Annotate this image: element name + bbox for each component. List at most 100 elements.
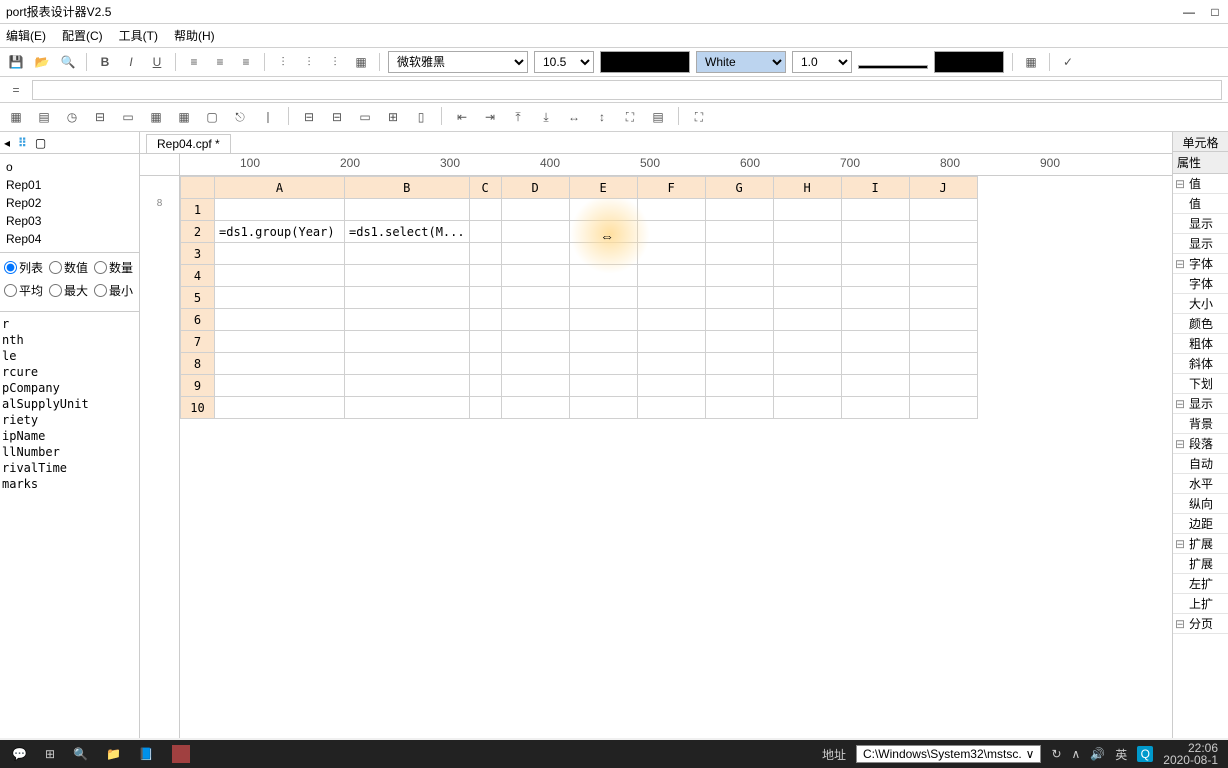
property-row[interactable]: 下划 [1173, 374, 1228, 394]
radio-max[interactable]: 最大 [49, 282, 88, 299]
right-tab-cell[interactable]: 单元格 [1173, 132, 1228, 152]
property-row[interactable]: 字体 [1173, 274, 1228, 294]
cell[interactable] [469, 309, 501, 331]
menu-config[interactable]: 配置(C) [62, 27, 103, 44]
column-header[interactable]: B [345, 177, 470, 199]
select-area-icon[interactable]: ⛶ [689, 107, 709, 127]
fit-icon[interactable]: ⛶ [620, 107, 640, 127]
property-row[interactable]: ⊟显示 [1173, 394, 1228, 414]
cell[interactable] [215, 331, 345, 353]
foreground-color[interactable] [600, 51, 690, 73]
report-item[interactable]: Rep03 [6, 212, 133, 230]
cell[interactable] [569, 309, 637, 331]
arrow-up-icon[interactable]: ⤒ [508, 107, 528, 127]
field-item[interactable]: le [2, 348, 137, 364]
distribute-v-icon[interactable]: ↕ [592, 107, 612, 127]
cell[interactable] [569, 265, 637, 287]
font-family-select[interactable]: 微软雅黑 [388, 51, 528, 73]
arrow-left-icon[interactable]: ⇤ [452, 107, 472, 127]
property-row[interactable]: 水平 [1173, 474, 1228, 494]
cell[interactable] [501, 331, 569, 353]
cell[interactable] [345, 309, 470, 331]
cell[interactable]: =ds1.select(M... [345, 221, 470, 243]
cell[interactable] [345, 287, 470, 309]
cell[interactable] [705, 243, 773, 265]
property-row[interactable]: 边距 [1173, 514, 1228, 534]
cell[interactable] [501, 309, 569, 331]
line-weight-select[interactable]: 1.0 [792, 51, 852, 73]
cell[interactable] [841, 331, 909, 353]
cell[interactable] [909, 221, 977, 243]
cell[interactable] [909, 199, 977, 221]
cell[interactable] [215, 265, 345, 287]
chart-icon[interactable]: ▤ [648, 107, 668, 127]
distribute-h-icon[interactable]: ↔ [564, 107, 584, 127]
column-header[interactable]: F [637, 177, 705, 199]
left-tab-doc-icon[interactable]: ▢ [35, 136, 46, 150]
radio-count[interactable]: 数量 [94, 259, 133, 276]
cell[interactable] [909, 287, 977, 309]
zoom-icon[interactable]: 🔍 [58, 52, 78, 72]
valign-mid-icon[interactable]: ⫶ [299, 52, 319, 72]
cell[interactable] [909, 353, 977, 375]
cell[interactable] [909, 243, 977, 265]
minimize-button[interactable]: — [1182, 5, 1196, 19]
cell[interactable] [469, 287, 501, 309]
radio-min[interactable]: 最小 [94, 282, 133, 299]
cell[interactable] [469, 375, 501, 397]
expander-icon[interactable]: ⊟ [1173, 397, 1187, 411]
left-tab-arrow[interactable]: ◂ [4, 136, 10, 150]
cell[interactable] [637, 397, 705, 419]
formula-input[interactable] [32, 80, 1222, 100]
row-header[interactable]: 8 [181, 353, 215, 375]
row-header[interactable]: 5 [181, 287, 215, 309]
cell[interactable] [909, 309, 977, 331]
spreadsheet[interactable]: ABCDEFGHIJ 12=ds1.group(Year)=ds1.select… [180, 176, 978, 419]
tree-icon[interactable]: ⼁ [258, 107, 278, 127]
chat-icon[interactable]: 💬 [12, 747, 27, 761]
row-header[interactable]: 9 [181, 375, 215, 397]
cell[interactable] [569, 375, 637, 397]
cell[interactable] [345, 353, 470, 375]
cell[interactable] [569, 331, 637, 353]
arrow-right-icon[interactable]: ⇥ [480, 107, 500, 127]
cell[interactable] [773, 287, 841, 309]
cell[interactable] [705, 309, 773, 331]
cell[interactable] [841, 243, 909, 265]
cell[interactable] [345, 397, 470, 419]
field-item[interactable]: rivalTime [2, 460, 137, 476]
open-icon[interactable]: 📂 [32, 52, 52, 72]
font-size-select[interactable]: 10.5 [534, 51, 594, 73]
cell[interactable] [469, 353, 501, 375]
property-row[interactable]: 上扩 [1173, 594, 1228, 614]
cell[interactable] [345, 331, 470, 353]
cell[interactable] [841, 353, 909, 375]
cell[interactable] [501, 353, 569, 375]
cell[interactable] [215, 199, 345, 221]
row-header[interactable]: 6 [181, 309, 215, 331]
tray-q-icon[interactable]: Q [1137, 746, 1153, 762]
cell[interactable] [841, 265, 909, 287]
cell[interactable] [705, 199, 773, 221]
clear-icon[interactable]: ✓ [1058, 52, 1078, 72]
cell[interactable] [501, 375, 569, 397]
italic-icon[interactable]: I [121, 52, 141, 72]
expander-icon[interactable]: ⊟ [1173, 617, 1187, 631]
radio-list[interactable]: 列表 [4, 259, 43, 276]
report-item[interactable]: Rep04 [6, 230, 133, 248]
cell[interactable] [569, 221, 637, 243]
align-right-icon[interactable]: ≡ [236, 52, 256, 72]
arrow-down-icon[interactable]: ⤓ [536, 107, 556, 127]
cell[interactable] [501, 199, 569, 221]
expander-icon[interactable]: ⊟ [1173, 177, 1187, 191]
cell[interactable] [637, 375, 705, 397]
cell[interactable] [469, 243, 501, 265]
property-row[interactable]: 值 [1173, 194, 1228, 214]
cell[interactable] [345, 375, 470, 397]
cell[interactable] [637, 243, 705, 265]
row-header[interactable]: 10 [181, 397, 215, 419]
expander-icon[interactable]: ⊟ [1173, 437, 1187, 451]
cell[interactable] [705, 265, 773, 287]
file-tab[interactable]: Rep04.cpf * [146, 134, 231, 153]
field-item[interactable]: marks [2, 476, 137, 492]
